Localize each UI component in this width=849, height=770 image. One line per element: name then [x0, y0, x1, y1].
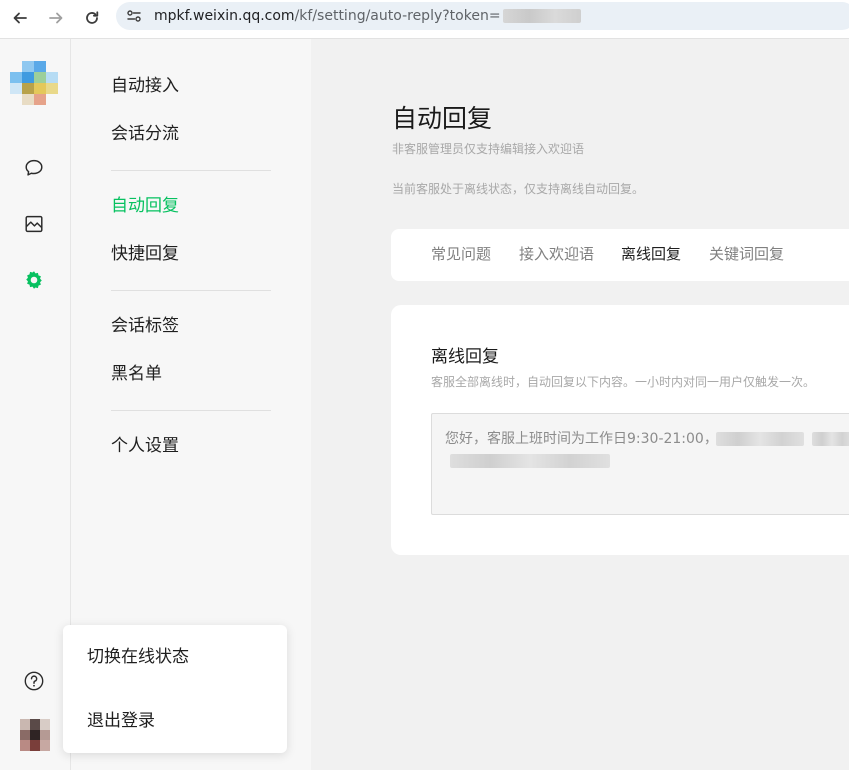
back-button[interactable]	[6, 4, 34, 32]
nav-item-auto-reply[interactable]: 自动回复	[111, 194, 179, 218]
image-icon[interactable]	[21, 211, 47, 237]
page-subtitle: 非客服管理员仅支持编辑接入欢迎语	[392, 142, 585, 156]
site-info-icon[interactable]	[126, 8, 142, 24]
help-icon[interactable]	[21, 668, 47, 694]
forward-button[interactable]	[42, 4, 70, 32]
nav-item-blacklist[interactable]: 黑名单	[111, 362, 162, 386]
avatar[interactable]	[20, 719, 50, 751]
offline-notice: 当前客服处于离线状态，仅支持离线自动回复。	[392, 182, 645, 196]
offline-reply-card: 离线回复 客服全部离线时，自动回复以下内容。一小时内对同一用户仅触发一次。 您好…	[391, 305, 849, 555]
tab-keyword-reply[interactable]: 关键词回复	[709, 243, 784, 265]
reply-text: 您好，客服上班时间为工作日9:30-21:00，	[445, 431, 718, 447]
section-title: 离线回复	[431, 347, 499, 367]
redacted-text	[716, 432, 804, 446]
redacted-text	[812, 432, 849, 446]
tab-welcome-message[interactable]: 接入欢迎语	[519, 243, 594, 265]
nav-divider	[111, 170, 271, 171]
nav-item-auto-access[interactable]: 自动接入	[111, 74, 179, 98]
nav-divider	[111, 410, 271, 411]
address-bar[interactable]: mpkf.weixin.qq.com/kf/setting/auto-reply…	[116, 2, 849, 30]
reload-button[interactable]	[78, 4, 106, 32]
reply-tabs: 常见问题 接入欢迎语 离线回复 关键词回复	[391, 229, 849, 281]
url-path: /kf/setting/auto-reply?token=	[294, 8, 501, 24]
url-host: mpkf.weixin.qq.com	[154, 8, 295, 24]
offline-reply-input[interactable]: 您好，客服上班时间为工作日9:30-21:00，	[431, 413, 849, 515]
nav-item-session-tags[interactable]: 会话标签	[111, 314, 179, 338]
switch-online-status-item[interactable]: 切换在线状态	[87, 645, 189, 669]
arrow-right-icon	[49, 12, 63, 24]
url-text: mpkf.weixin.qq.com/kf/setting/auto-reply…	[154, 7, 581, 25]
section-description: 客服全部离线时，自动回复以下内容。一小时内对同一用户仅触发一次。	[431, 375, 816, 389]
nav-item-session-routing[interactable]: 会话分流	[111, 122, 179, 146]
nav-item-quick-reply[interactable]: 快捷回复	[111, 242, 179, 266]
page-title: 自动回复	[392, 104, 493, 133]
nav-divider	[111, 290, 271, 291]
redacted-text	[450, 454, 610, 468]
nav-item-personal-settings[interactable]: 个人设置	[111, 434, 179, 458]
tab-faq[interactable]: 常见问题	[431, 243, 491, 265]
main-content: 自动回复 非客服管理员仅支持编辑接入欢迎语 当前客服处于离线状态，仅支持离线自动…	[311, 39, 849, 770]
browser-toolbar: mpkf.weixin.qq.com/kf/setting/auto-reply…	[0, 0, 849, 39]
chat-icon[interactable]	[21, 155, 47, 181]
tab-offline-reply[interactable]: 离线回复	[621, 243, 681, 265]
app-logo	[10, 61, 58, 105]
reload-icon	[86, 11, 99, 24]
left-rail	[0, 39, 71, 770]
account-menu: 切换在线状态 退出登录	[63, 625, 287, 753]
redacted-token	[502, 9, 581, 23]
arrow-left-icon	[13, 12, 27, 24]
gear-icon[interactable]	[21, 267, 47, 293]
logout-item[interactable]: 退出登录	[87, 709, 155, 733]
